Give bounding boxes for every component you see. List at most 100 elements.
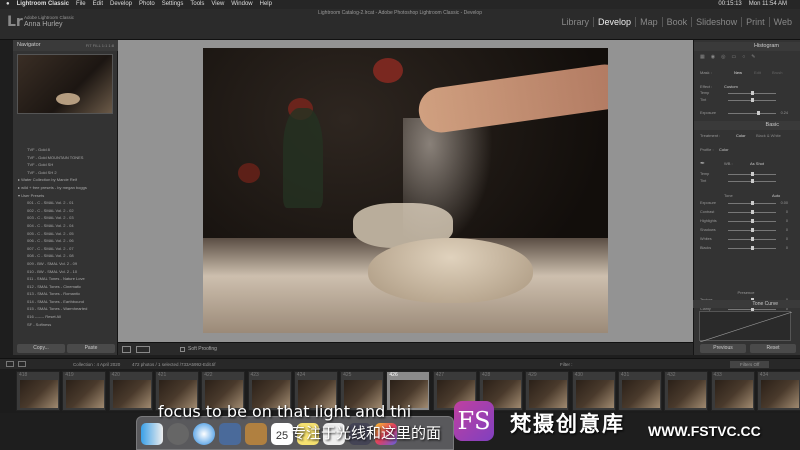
preset-folder[interactable]: ▾ User Presets (13, 192, 118, 200)
histogram-header[interactable]: Histogram (694, 42, 800, 51)
slider-knob[interactable] (751, 246, 754, 250)
safari-icon[interactable] (193, 423, 215, 445)
preset-item[interactable]: SF - Softness (13, 321, 118, 329)
exposure-slider-row[interactable]: Exposure 0.00 (700, 200, 788, 207)
profile-dropdown[interactable]: Color (719, 147, 729, 152)
preset-item[interactable]: 016 ------- Reset All (13, 313, 118, 321)
module-book[interactable]: Book (663, 17, 693, 27)
brush-tint-row[interactable]: Tint (700, 97, 788, 104)
primary-window-icon[interactable] (6, 361, 14, 367)
whites-slider-row[interactable]: Whites 0 (700, 236, 788, 243)
navigator-zoom-options[interactable]: FIT FILL 1:1 1:8 (86, 40, 114, 51)
module-develop[interactable]: Develop (594, 17, 637, 27)
reset-button[interactable]: Reset (750, 344, 796, 353)
contacts-icon[interactable] (245, 423, 267, 445)
menu-settings[interactable]: Settings (162, 0, 184, 9)
module-slideshow[interactable]: Slideshow (692, 17, 743, 27)
wb-eyedropper-icon[interactable]: ✒ (700, 160, 705, 167)
filmstrip-thumbnail[interactable]: 418 (16, 371, 60, 411)
redeye-icon[interactable]: ◎ (721, 54, 725, 64)
preset-item[interactable]: 008 - C - SMAL Vol. 2 - 08 (13, 252, 118, 260)
basic-header[interactable]: Basic (694, 121, 800, 130)
slider-knob[interactable] (751, 228, 754, 232)
brush-temp-row[interactable]: Temp (700, 90, 788, 97)
filmstrip-thumbnail[interactable]: 434 (756, 371, 800, 411)
module-print[interactable]: Print (742, 17, 770, 27)
calendar-icon[interactable]: 25 (271, 423, 293, 445)
preset-item[interactable]: 001 - C - SMAL Vol. 2 - 01 (13, 199, 118, 207)
filmstrip-thumbnail[interactable]: 433 (710, 371, 755, 411)
crop-tool-icon[interactable]: ▦ (700, 54, 705, 64)
app-menu[interactable]: Lightroom Classic (17, 0, 69, 9)
slider-value[interactable]: 0 (786, 227, 788, 234)
slider-value[interactable]: 0 (786, 218, 788, 225)
preset-item[interactable]: 007 - C - SMAL Vol. 2 - 07 (13, 245, 118, 253)
effect-dropdown[interactable]: Custom (724, 84, 738, 89)
mask-brush[interactable]: Brush (772, 70, 782, 75)
slider-track[interactable] (728, 307, 776, 311)
preset-item[interactable]: 015 - SMAL Tones - Warmhearted (13, 305, 118, 313)
menu-file[interactable]: File (76, 0, 86, 9)
adjustment-brush-icon[interactable]: ✎ (751, 54, 755, 64)
brush-exposure-row[interactable]: Exposure 0.24 (700, 110, 788, 117)
filmstrip-thumbnail[interactable]: 429 (525, 371, 570, 411)
preset-folder[interactable]: ▸ wild + free presets - by megan boggs (13, 184, 118, 192)
paste-button[interactable]: Paste (67, 344, 115, 353)
preset-item[interactable]: 010 - BW - SMAL Vol. 2 - 10 (13, 268, 118, 276)
filmstrip-thumbnail[interactable]: 430 (571, 371, 616, 411)
menu-develop[interactable]: Develop (110, 0, 132, 9)
preset-item[interactable]: TVF - Gold 8 (13, 146, 118, 154)
slider-value[interactable]: 0 (786, 209, 788, 216)
wb-dropdown[interactable]: As Shot (750, 161, 764, 166)
tint-row[interactable]: Tint (700, 178, 788, 185)
slider-track[interactable] (728, 201, 776, 205)
slider-track[interactable] (728, 246, 776, 250)
menu-view[interactable]: View (211, 0, 224, 9)
preset-item[interactable]: TVF - Gold SH (13, 161, 118, 169)
slider-track[interactable] (728, 228, 776, 232)
highlights-slider-row[interactable]: Highlights 0 (700, 218, 788, 225)
slider-track[interactable] (728, 210, 776, 214)
preset-item[interactable]: 012 - SMAL Tones - Cinematic (13, 283, 118, 291)
blacks-slider-row[interactable]: Blacks 0 (700, 245, 788, 252)
secondary-window-icon[interactable] (18, 361, 26, 367)
mask-new[interactable]: New (734, 70, 742, 75)
main-photo[interactable] (203, 48, 608, 333)
slider-track[interactable] (728, 237, 776, 241)
filmstrip-thumbnail[interactable]: 432 (664, 371, 709, 411)
menu-edit[interactable]: Edit (93, 0, 103, 9)
module-map[interactable]: Map (636, 17, 663, 27)
filmstrip-thumbnail[interactable]: 431 (617, 371, 662, 411)
treatment-bw[interactable]: Black & White (756, 133, 781, 138)
temp-row[interactable]: Temp (700, 171, 788, 178)
slider-track[interactable] (728, 219, 776, 223)
shadows-slider-row[interactable]: Shadows 0 (700, 227, 788, 234)
compare-view-icon[interactable] (136, 346, 150, 353)
slider-value[interactable]: 0 (786, 245, 788, 252)
navigator-header[interactable]: Navigator FIT FILL 1:1 1:8 (13, 40, 118, 51)
treatment-color[interactable]: Color (736, 133, 746, 138)
filmstrip-thumbnail[interactable]: 419 (62, 371, 107, 411)
mail-icon[interactable] (219, 423, 241, 445)
auto-button[interactable]: Auto (772, 193, 780, 198)
graduated-filter-icon[interactable]: ▭ (731, 54, 736, 64)
preset-item[interactable]: 003 - C - SMAL Vol. 2 - 03 (13, 214, 118, 222)
loupe-view-icon[interactable] (122, 346, 131, 353)
preset-item[interactable]: 009 - BW - SMAL Vol. 2 - 09 (13, 260, 118, 268)
slider-value[interactable]: 0 (786, 236, 788, 243)
previous-button[interactable]: Previous (700, 344, 746, 353)
preset-item[interactable]: 006 - C - SMAL Vol. 2 - 06 (13, 237, 118, 245)
launchpad-icon[interactable] (167, 423, 189, 445)
slider-knob[interactable] (751, 219, 754, 223)
radial-filter-icon[interactable]: ○ (742, 54, 745, 64)
mask-edit[interactable]: Edit (754, 70, 761, 75)
menu-window[interactable]: Window (231, 0, 252, 9)
finder-icon[interactable] (141, 423, 163, 445)
preset-item[interactable]: 014 - SMAL Tones - Earthbound (13, 298, 118, 306)
menu-photo[interactable]: Photo (139, 0, 155, 9)
module-web[interactable]: Web (770, 17, 796, 27)
preset-folder[interactable]: ▸ Water Collection by Marcie Reif (13, 176, 118, 184)
module-library[interactable]: Library (558, 17, 595, 27)
filter-dropdown[interactable]: Filters Off (730, 361, 770, 368)
preset-item[interactable]: TVF - Gold MOUNTAIN TONES (13, 154, 118, 162)
